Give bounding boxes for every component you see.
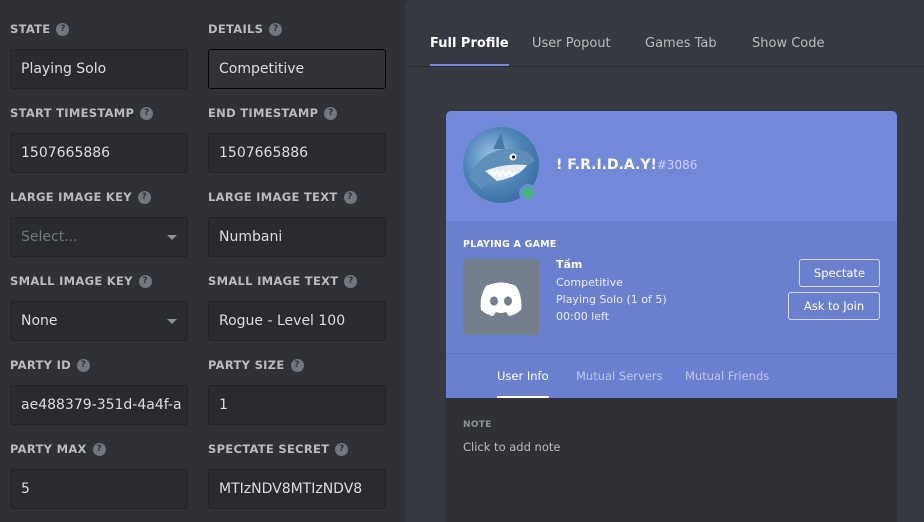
game-image bbox=[463, 259, 539, 335]
party-size-field: PARTY SIZE? 1 bbox=[208, 357, 386, 425]
party-id-label: PARTY ID? bbox=[10, 357, 188, 373]
spectate-secret-field: SPECTATE SECRET? MTIzNDV8MTIzNDV8 bbox=[208, 441, 386, 509]
online-status-icon bbox=[519, 184, 537, 202]
help-icon[interactable]: ? bbox=[343, 190, 357, 204]
rich-presence-form: STATE? Playing Solo DETAILS? Competitive… bbox=[0, 0, 395, 522]
state-label: STATE? bbox=[10, 21, 188, 37]
game-state: Playing Solo (1 of 5) bbox=[556, 293, 667, 306]
tab-user-info[interactable]: User Info bbox=[497, 369, 549, 398]
start-timestamp-input[interactable]: 1507665886 bbox=[10, 133, 188, 173]
spectate-secret-label: SPECTATE SECRET? bbox=[208, 441, 386, 457]
party-size-label: PARTY SIZE? bbox=[208, 357, 386, 373]
game-time-left: 00:00 left bbox=[556, 310, 610, 323]
note-label: NOTE bbox=[463, 420, 492, 430]
profile-subtabs: User Info Mutual Servers Mutual Friends bbox=[446, 353, 897, 398]
tab-games-tab[interactable]: Games Tab bbox=[645, 36, 717, 51]
help-icon[interactable]: ? bbox=[335, 442, 349, 456]
profile-username: ! F.R.I.D.A.Y!#3086 bbox=[556, 157, 698, 173]
help-icon[interactable]: ? bbox=[137, 190, 151, 204]
preview-panel: Full Profile User Popout Games Tab Show … bbox=[405, 0, 924, 522]
small-image-key-field: SMALL IMAGE KEY? None bbox=[10, 273, 188, 341]
profile-header: ! F.R.I.D.A.Y!#3086 bbox=[446, 111, 897, 221]
party-id-input[interactable]: ae488379-351d-4a4f-a bbox=[10, 385, 188, 425]
profile-discriminator: #3086 bbox=[656, 158, 698, 172]
party-max-field: PARTY MAX? 5 bbox=[10, 441, 188, 509]
small-image-key-select[interactable]: None bbox=[10, 301, 188, 341]
small-image-text-input[interactable]: Rogue - Level 100 bbox=[208, 301, 386, 341]
party-size-input[interactable]: 1 bbox=[208, 385, 386, 425]
details-label: DETAILS? bbox=[208, 21, 386, 37]
tab-user-popout[interactable]: User Popout bbox=[532, 36, 611, 51]
activity-section: PLAYING A GAME Tầm Competitive Playing S… bbox=[446, 221, 897, 353]
small-image-text-field: SMALL IMAGE TEXT? Rogue - Level 100 bbox=[208, 273, 386, 341]
end-timestamp-field: END TIMESTAMP? 1507665886 bbox=[208, 105, 386, 173]
activity-header: PLAYING A GAME bbox=[463, 239, 557, 250]
end-timestamp-input[interactable]: 1507665886 bbox=[208, 133, 386, 173]
large-image-text-input[interactable]: Numbani bbox=[208, 217, 386, 257]
large-image-text-field: LARGE IMAGE TEXT? Numbani bbox=[208, 189, 386, 257]
chevron-down-icon bbox=[167, 235, 177, 240]
tab-mutual-servers[interactable]: Mutual Servers bbox=[576, 369, 663, 383]
small-image-key-label: SMALL IMAGE KEY? bbox=[10, 273, 188, 289]
details-field: DETAILS? Competitive bbox=[208, 21, 386, 89]
large-image-key-label: LARGE IMAGE KEY? bbox=[10, 189, 188, 205]
party-id-field: PARTY ID? ae488379-351d-4a4f-a bbox=[10, 357, 188, 425]
spectate-secret-input[interactable]: MTIzNDV8MTIzNDV8 bbox=[208, 469, 386, 509]
start-timestamp-label: START TIMESTAMP? bbox=[10, 105, 188, 121]
details-input[interactable]: Competitive bbox=[208, 49, 386, 89]
game-details: Competitive bbox=[556, 276, 623, 289]
tab-mutual-friends[interactable]: Mutual Friends bbox=[685, 369, 769, 383]
spectate-button[interactable]: Spectate bbox=[799, 259, 880, 287]
tab-show-code[interactable]: Show Code bbox=[752, 36, 825, 51]
help-icon[interactable]: ? bbox=[56, 22, 70, 36]
discord-logo-icon bbox=[480, 282, 522, 316]
help-icon[interactable]: ? bbox=[140, 106, 154, 120]
help-icon[interactable]: ? bbox=[324, 106, 338, 120]
help-icon[interactable]: ? bbox=[269, 22, 283, 36]
help-icon[interactable]: ? bbox=[92, 442, 106, 456]
party-max-label: PARTY MAX? bbox=[10, 441, 188, 457]
start-timestamp-field: START TIMESTAMP? 1507665886 bbox=[10, 105, 188, 173]
help-icon[interactable]: ? bbox=[138, 274, 152, 288]
tab-full-profile[interactable]: Full Profile bbox=[430, 36, 509, 66]
state-field: STATE? Playing Solo bbox=[10, 21, 188, 89]
large-image-text-label: LARGE IMAGE TEXT? bbox=[208, 189, 386, 205]
end-timestamp-label: END TIMESTAMP? bbox=[208, 105, 386, 121]
small-image-text-label: SMALL IMAGE TEXT? bbox=[208, 273, 386, 289]
help-icon[interactable]: ? bbox=[290, 358, 304, 372]
party-max-input[interactable]: 5 bbox=[10, 469, 188, 509]
profile-card: ! F.R.I.D.A.Y!#3086 PLAYING A GAME Tầm C… bbox=[446, 111, 897, 522]
user-info-body: NOTE Click to add note bbox=[446, 398, 897, 522]
ask-to-join-button[interactable]: Ask to Join bbox=[788, 292, 880, 320]
chevron-down-icon bbox=[167, 319, 177, 324]
large-image-key-select[interactable]: Select... bbox=[10, 217, 188, 257]
help-icon[interactable]: ? bbox=[344, 274, 358, 288]
note-input[interactable]: Click to add note bbox=[463, 440, 560, 454]
game-name: Tầm bbox=[556, 258, 583, 271]
preview-tabs: Full Profile User Popout Games Tab Show … bbox=[405, 0, 924, 67]
large-image-key-field: LARGE IMAGE KEY? Select... bbox=[10, 189, 188, 257]
state-input[interactable]: Playing Solo bbox=[10, 49, 188, 89]
help-icon[interactable]: ? bbox=[77, 358, 91, 372]
